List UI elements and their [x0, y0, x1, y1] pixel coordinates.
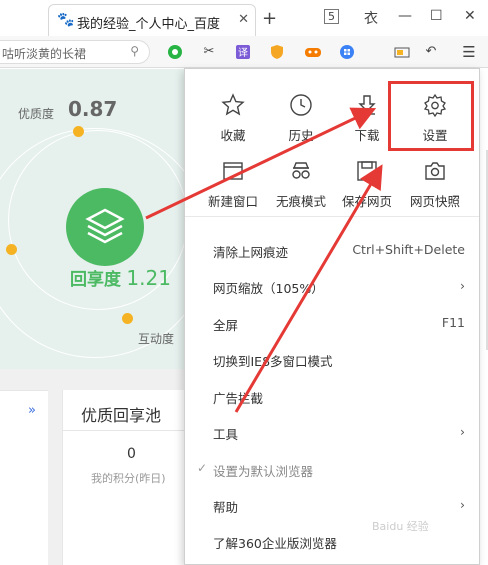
arrow-from-menu	[234, 164, 383, 413]
watermark: Baidu 经验	[372, 520, 429, 533]
annotation-arrows	[145, 107, 383, 413]
arrow-from-circle	[145, 107, 377, 220]
